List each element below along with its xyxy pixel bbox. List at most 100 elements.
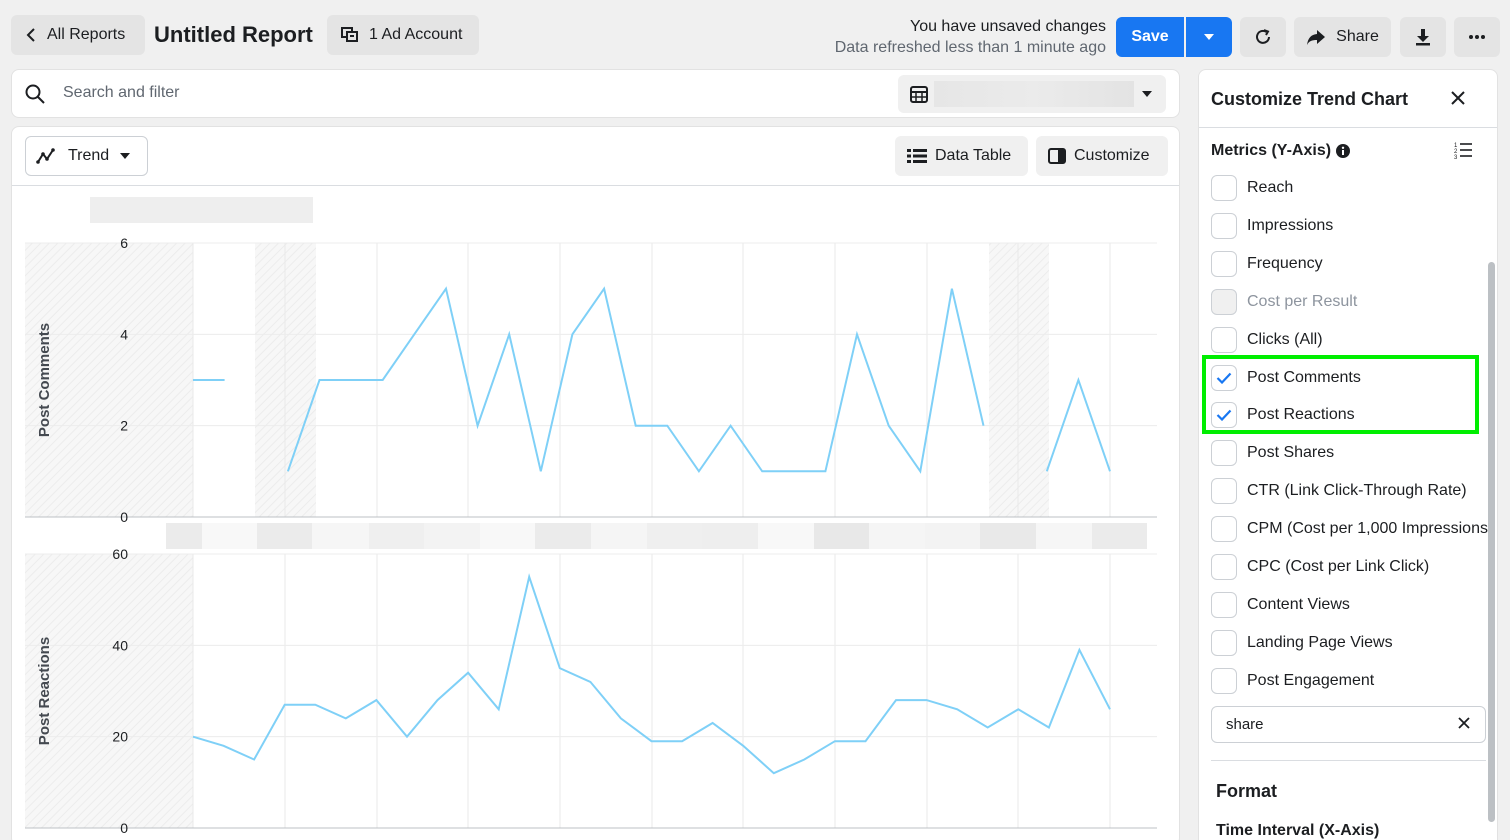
redacted-date-label <box>535 523 591 549</box>
caret-down-icon <box>1142 91 1152 97</box>
redacted-date-label <box>702 523 758 549</box>
metric-option[interactable]: Impressions <box>1211 212 1496 240</box>
redacted-chart-title <box>90 197 313 223</box>
redacted-date-label <box>424 523 480 549</box>
date-range-picker[interactable] <box>898 75 1166 113</box>
redacted-date-label <box>312 523 369 549</box>
metric-label: Frequency <box>1247 254 1323 272</box>
search-input[interactable]: Search and filter <box>63 84 180 102</box>
metric-label: CTR (Link Click-Through Rate) <box>1247 482 1467 500</box>
series-line <box>286 286 985 474</box>
info-icon[interactable] <box>1336 144 1351 158</box>
metric-checkbox[interactable] <box>1211 250 1237 277</box>
download-icon <box>1416 29 1430 46</box>
download-button[interactable] <box>1400 17 1446 57</box>
redacted-date-label <box>980 523 1036 549</box>
y-tick-label: 60 <box>112 546 128 562</box>
redacted-date-label <box>1036 523 1092 549</box>
save-status: You have unsaved changes Data refreshed … <box>835 16 1106 59</box>
more-options-button[interactable] <box>1454 17 1500 57</box>
metric-checkbox[interactable] <box>1211 440 1237 467</box>
metric-option[interactable]: Frequency <box>1211 250 1496 278</box>
metric-checkbox[interactable] <box>1211 516 1237 543</box>
redacted-date-label <box>869 523 925 549</box>
refresh-status-text: Data refreshed less than 1 minute ago <box>834 39 1106 56</box>
y-tick-label: 4 <box>120 326 128 342</box>
redacted-date-label <box>758 523 814 549</box>
metric-label: Reach <box>1247 179 1294 196</box>
redacted-date-label <box>591 523 647 549</box>
redacted-date-label <box>1092 523 1147 549</box>
y-tick-label: 0 <box>120 509 128 525</box>
metric-label: Cost per Result <box>1247 292 1358 310</box>
share-label: Share <box>1336 28 1379 45</box>
redacted-date-label <box>202 523 257 549</box>
metric-option[interactable]: CPM (Cost per 1,000 Impressions) <box>1211 515 1496 543</box>
section-divider <box>1211 760 1486 761</box>
chart-card: Trend Data Table Customize 0 2 4 6 Post Comm… <box>11 126 1180 840</box>
refresh-button[interactable] <box>1240 17 1286 57</box>
share-arrow-icon <box>1307 29 1326 45</box>
redacted-date-label <box>369 523 424 549</box>
metrics-header-label: Metrics (Y-Axis) <box>1211 142 1332 159</box>
all-reports-button[interactable]: All Reports <box>11 15 145 55</box>
metric-checkbox[interactable] <box>1211 554 1237 580</box>
panel-scrollbar[interactable] <box>1488 262 1495 822</box>
reorder-list-icon[interactable]: 123 <box>1454 141 1472 159</box>
metric-label: CPM (Cost per 1,000 Impressions) <box>1247 520 1494 538</box>
customize-panel: Customize Trend Chart Metrics (Y-Axis) 1… <box>1198 69 1498 840</box>
svg-text:3: 3 <box>1454 155 1458 159</box>
y-axis-label: Post Reactions <box>36 637 53 745</box>
y-axis-label: Post Comments <box>36 323 53 437</box>
metric-option[interactable]: Content Views <box>1211 591 1496 619</box>
refresh-icon <box>1256 29 1270 44</box>
ad-account-button[interactable]: 1 Ad Account <box>327 15 479 55</box>
metric-checkbox[interactable] <box>1211 175 1237 201</box>
y-tick-label: 20 <box>112 729 128 745</box>
metric-checkbox[interactable] <box>1211 629 1237 656</box>
metric-checkbox[interactable] <box>1211 326 1237 353</box>
no-data-band <box>989 243 1049 517</box>
metric-option[interactable]: CTR (Link Click-Through Rate) <box>1211 477 1496 505</box>
save-button[interactable]: Save <box>1116 17 1184 57</box>
clear-icon[interactable] <box>1458 717 1470 729</box>
metric-label: CPC (Cost per Link Click) <box>1247 558 1430 575</box>
trend-chart: 0 2 4 6 Post Comments 0 20 40 60 Post Reactions <box>25 197 1157 836</box>
report-title[interactable]: Untitled Report <box>154 22 313 48</box>
metric-option[interactable]: Clicks (All) <box>1211 326 1496 354</box>
metric-option[interactable]: Post Shares <box>1211 439 1496 467</box>
metric-label: Post Shares <box>1247 444 1335 462</box>
share-button[interactable]: Share <box>1294 17 1391 57</box>
y-tick-label: 0 <box>120 820 128 836</box>
ad-account-icon <box>341 27 358 42</box>
metric-filter-input[interactable]: share <box>1211 706 1486 743</box>
metric-option[interactable]: Reach <box>1211 174 1496 202</box>
y-tick-label: 2 <box>120 418 128 434</box>
redacted-date-label <box>166 523 202 549</box>
panel-title: Customize Trend Chart <box>1211 89 1409 109</box>
metric-checkbox[interactable] <box>1211 212 1237 239</box>
metric-checkbox[interactable] <box>1211 591 1237 618</box>
format-header: Format <box>1216 781 1278 801</box>
metric-checkbox[interactable] <box>1211 478 1237 505</box>
metric-label: Landing Page Views <box>1247 633 1393 651</box>
metric-option[interactable]: Post Engagement <box>1211 667 1496 695</box>
metric-label: Impressions <box>1247 216 1334 234</box>
metric-option[interactable]: CPC (Cost per Link Click) <box>1211 553 1496 581</box>
metric-option[interactable]: Landing Page Views <box>1211 629 1496 657</box>
ad-account-label: 1 Ad Account <box>369 26 463 43</box>
search-filter-bar[interactable]: Search and filter <box>11 69 1180 118</box>
metric-checkbox[interactable] <box>1211 667 1237 694</box>
chevron-left-icon <box>26 28 35 42</box>
redacted-date-label <box>814 523 869 549</box>
caret-down-icon <box>1204 34 1214 40</box>
panel-divider <box>1199 127 1497 128</box>
highlight-box <box>1202 355 1479 434</box>
metric-filter-value: share <box>1226 716 1264 733</box>
unsaved-changes-text: You have unsaved changes <box>909 18 1106 35</box>
metric-checkbox <box>1211 288 1237 315</box>
redacted-date-label <box>480 523 535 549</box>
save-options-button[interactable] <box>1186 17 1232 57</box>
redacted-date-label <box>925 523 980 549</box>
close-icon[interactable] <box>1449 89 1467 107</box>
